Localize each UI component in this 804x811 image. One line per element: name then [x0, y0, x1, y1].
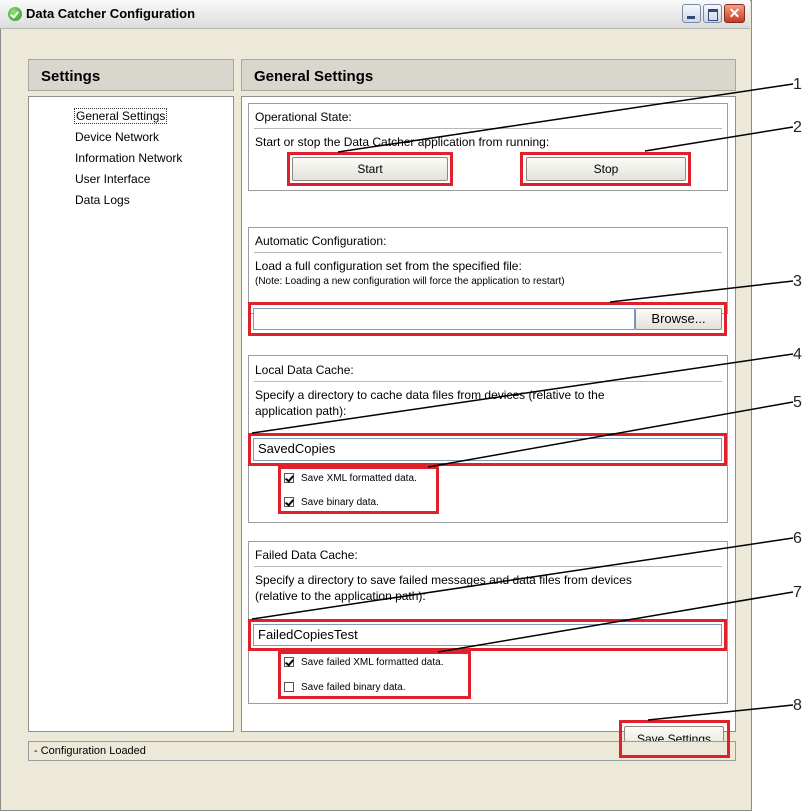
callout-1: 1 [793, 76, 802, 93]
callout-6: 6 [793, 530, 802, 547]
callout-4: 4 [793, 346, 802, 363]
callout-8: 8 [793, 697, 802, 714]
callout-3: 3 [793, 273, 802, 290]
leader-line-3 [609, 280, 794, 303]
callout-7: 7 [793, 584, 802, 601]
leader-line-7 [437, 591, 794, 653]
leader-line-1 [337, 83, 794, 153]
leader-line-4 [251, 353, 794, 434]
leader-line-2 [644, 126, 794, 152]
leader-line-8 [647, 704, 794, 721]
callout-2: 2 [793, 119, 802, 136]
callout-5: 5 [793, 394, 802, 411]
leader-line-6 [251, 537, 794, 620]
callout-leader-lines [251, 83, 794, 721]
leader-line-5 [427, 401, 794, 468]
